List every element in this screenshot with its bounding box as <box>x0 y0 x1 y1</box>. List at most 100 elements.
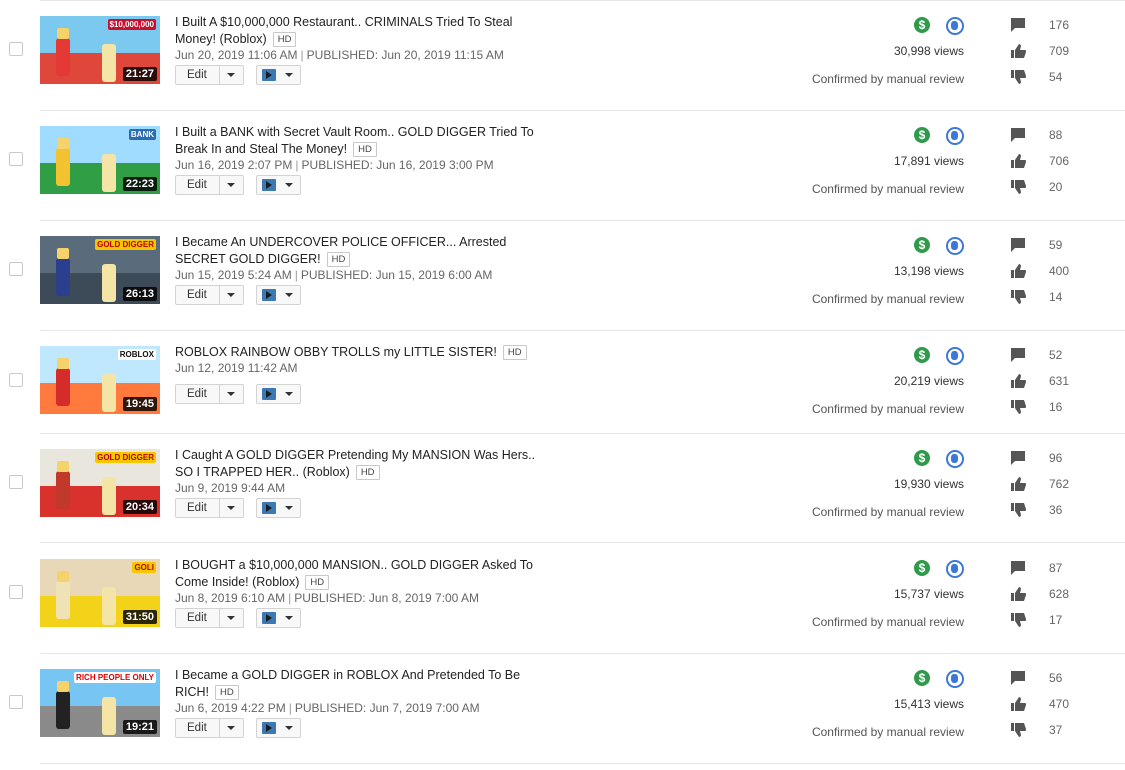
row-checkbox[interactable] <box>9 42 23 56</box>
play-icon <box>262 289 276 301</box>
globe-icon[interactable] <box>946 17 964 35</box>
duration-badge: 20:34 <box>122 500 157 514</box>
duration-badge: 26:13 <box>122 287 157 301</box>
chevron-down-icon[interactable] <box>227 506 235 510</box>
globe-icon[interactable] <box>946 450 964 468</box>
thumbs-up-icon <box>1010 696 1026 712</box>
row-checkbox[interactable] <box>9 152 23 166</box>
edit-button[interactable]: Edit <box>175 608 244 628</box>
edit-button-label: Edit <box>187 612 207 624</box>
hd-badge: HD <box>326 252 351 267</box>
promote-button[interactable] <box>256 285 301 305</box>
promote-button[interactable] <box>256 608 301 628</box>
video-title-text[interactable]: I BOUGHT a $10,000,000 MANSION.. GOLD DI… <box>175 558 533 589</box>
comment-count: 52 <box>1049 348 1063 362</box>
globe-icon[interactable] <box>946 560 964 578</box>
edit-button-label: Edit <box>187 179 207 191</box>
dislike-count: 20 <box>1049 180 1063 194</box>
globe-icon[interactable] <box>946 127 964 145</box>
like-count: 709 <box>1049 44 1070 58</box>
chevron-down-icon[interactable] <box>227 392 235 396</box>
video-title-text[interactable]: ROBLOX RAINBOW OBBY TROLLS my LITTLE SIS… <box>175 345 497 359</box>
video-thumbnail[interactable]: RICH PEOPLE ONLY 19:21 <box>40 669 160 737</box>
comment-icon <box>1010 560 1026 576</box>
chevron-down-icon[interactable] <box>227 616 235 620</box>
chevron-down-icon[interactable] <box>285 616 293 620</box>
globe-icon[interactable] <box>946 237 964 255</box>
video-thumbnail[interactable]: $10,000,000 21:27 <box>40 16 160 84</box>
monetization-icon[interactable]: $ <box>914 127 930 143</box>
thumbs-up-icon <box>1010 263 1026 279</box>
thumbnail-character <box>102 264 116 302</box>
video-title[interactable]: I Became a GOLD DIGGER in ROBLOX And Pre… <box>175 667 555 701</box>
video-title[interactable]: ROBLOX RAINBOW OBBY TROLLS my LITTLE SIS… <box>175 344 555 361</box>
chevron-down-icon[interactable] <box>285 293 293 297</box>
review-status: Confirmed by manual review <box>811 725 964 739</box>
video-thumbnail[interactable]: BANK 22:23 <box>40 126 160 194</box>
comment-icon <box>1010 670 1026 686</box>
chevron-down-icon[interactable] <box>285 726 293 730</box>
play-icon <box>262 179 276 191</box>
thumbnail-caption: GOLD DIGGER <box>95 452 156 463</box>
promote-button[interactable] <box>256 718 301 738</box>
chevron-down-icon[interactable] <box>227 726 235 730</box>
chevron-down-icon[interactable] <box>285 506 293 510</box>
view-count: 19,930 views <box>893 477 964 491</box>
globe-icon-land <box>951 454 958 463</box>
globe-icon[interactable] <box>946 347 964 365</box>
row-checkbox[interactable] <box>9 262 23 276</box>
video-dates: Jun 12, 2019 11:42 AM <box>175 361 298 375</box>
monetization-icon[interactable]: $ <box>914 347 930 363</box>
edit-button[interactable]: Edit <box>175 175 244 195</box>
row-checkbox[interactable] <box>9 585 23 599</box>
promote-button[interactable] <box>256 175 301 195</box>
edit-button-label: Edit <box>187 289 207 301</box>
video-title-text[interactable]: I Built A $10,000,000 Restaurant.. CRIMI… <box>175 15 512 46</box>
video-thumbnail[interactable]: GOLD DIGGER 26:13 <box>40 236 160 304</box>
edit-button[interactable]: Edit <box>175 498 244 518</box>
video-title[interactable]: I Caught A GOLD DIGGER Pretending My MAN… <box>175 447 555 481</box>
promote-button[interactable] <box>256 498 301 518</box>
edit-button[interactable]: Edit <box>175 285 244 305</box>
edit-button[interactable]: Edit <box>175 718 244 738</box>
published-date: PUBLISHED: Jun 20, 2019 11:15 AM <box>306 48 504 62</box>
monetization-icon[interactable]: $ <box>914 560 930 576</box>
video-thumbnail[interactable]: ROBLOX 19:45 <box>40 346 160 414</box>
thumbs-up-icon <box>1010 43 1026 59</box>
edit-button-divider <box>219 385 220 403</box>
video-title[interactable]: I Became An UNDERCOVER POLICE OFFICER...… <box>175 234 555 268</box>
monetization-icon[interactable]: $ <box>914 237 930 253</box>
upload-date: Jun 12, 2019 11:42 AM <box>175 361 298 375</box>
row-checkbox[interactable] <box>9 695 23 709</box>
promote-button[interactable] <box>256 65 301 85</box>
edit-button[interactable]: Edit <box>175 65 244 85</box>
thumbnail-character <box>102 44 116 82</box>
monetization-icon[interactable]: $ <box>914 450 930 466</box>
globe-icon-land <box>951 131 958 140</box>
review-status: Confirmed by manual review <box>811 505 964 519</box>
row-checkbox[interactable] <box>9 475 23 489</box>
comment-icon <box>1010 237 1026 253</box>
promote-button[interactable] <box>256 384 301 404</box>
chevron-down-icon[interactable] <box>227 183 235 187</box>
video-title[interactable]: I Built a BANK with Secret Vault Room.. … <box>175 124 555 158</box>
row-checkbox[interactable] <box>9 373 23 387</box>
video-title[interactable]: I Built A $10,000,000 Restaurant.. CRIMI… <box>175 14 555 48</box>
chevron-down-icon[interactable] <box>285 73 293 77</box>
edit-button[interactable]: Edit <box>175 384 244 404</box>
comment-icon <box>1010 127 1026 143</box>
thumbnail-character-head <box>57 28 69 39</box>
chevron-down-icon[interactable] <box>285 392 293 396</box>
thumbnail-character-head <box>57 571 69 582</box>
globe-icon[interactable] <box>946 670 964 688</box>
monetization-icon[interactable]: $ <box>914 17 930 33</box>
review-status: Confirmed by manual review <box>811 615 964 629</box>
monetization-icon[interactable]: $ <box>914 670 930 686</box>
video-thumbnail[interactable]: GOLI 31:50 <box>40 559 160 627</box>
chevron-down-icon[interactable] <box>285 183 293 187</box>
chevron-down-icon[interactable] <box>227 73 235 77</box>
chevron-down-icon[interactable] <box>227 293 235 297</box>
video-title[interactable]: I BOUGHT a $10,000,000 MANSION.. GOLD DI… <box>175 557 555 591</box>
video-dates: Jun 6, 2019 4:22 PM | PUBLISHED: Jun 7, 20… <box>175 701 480 715</box>
video-thumbnail[interactable]: GOLD DIGGER 20:34 <box>40 449 160 517</box>
